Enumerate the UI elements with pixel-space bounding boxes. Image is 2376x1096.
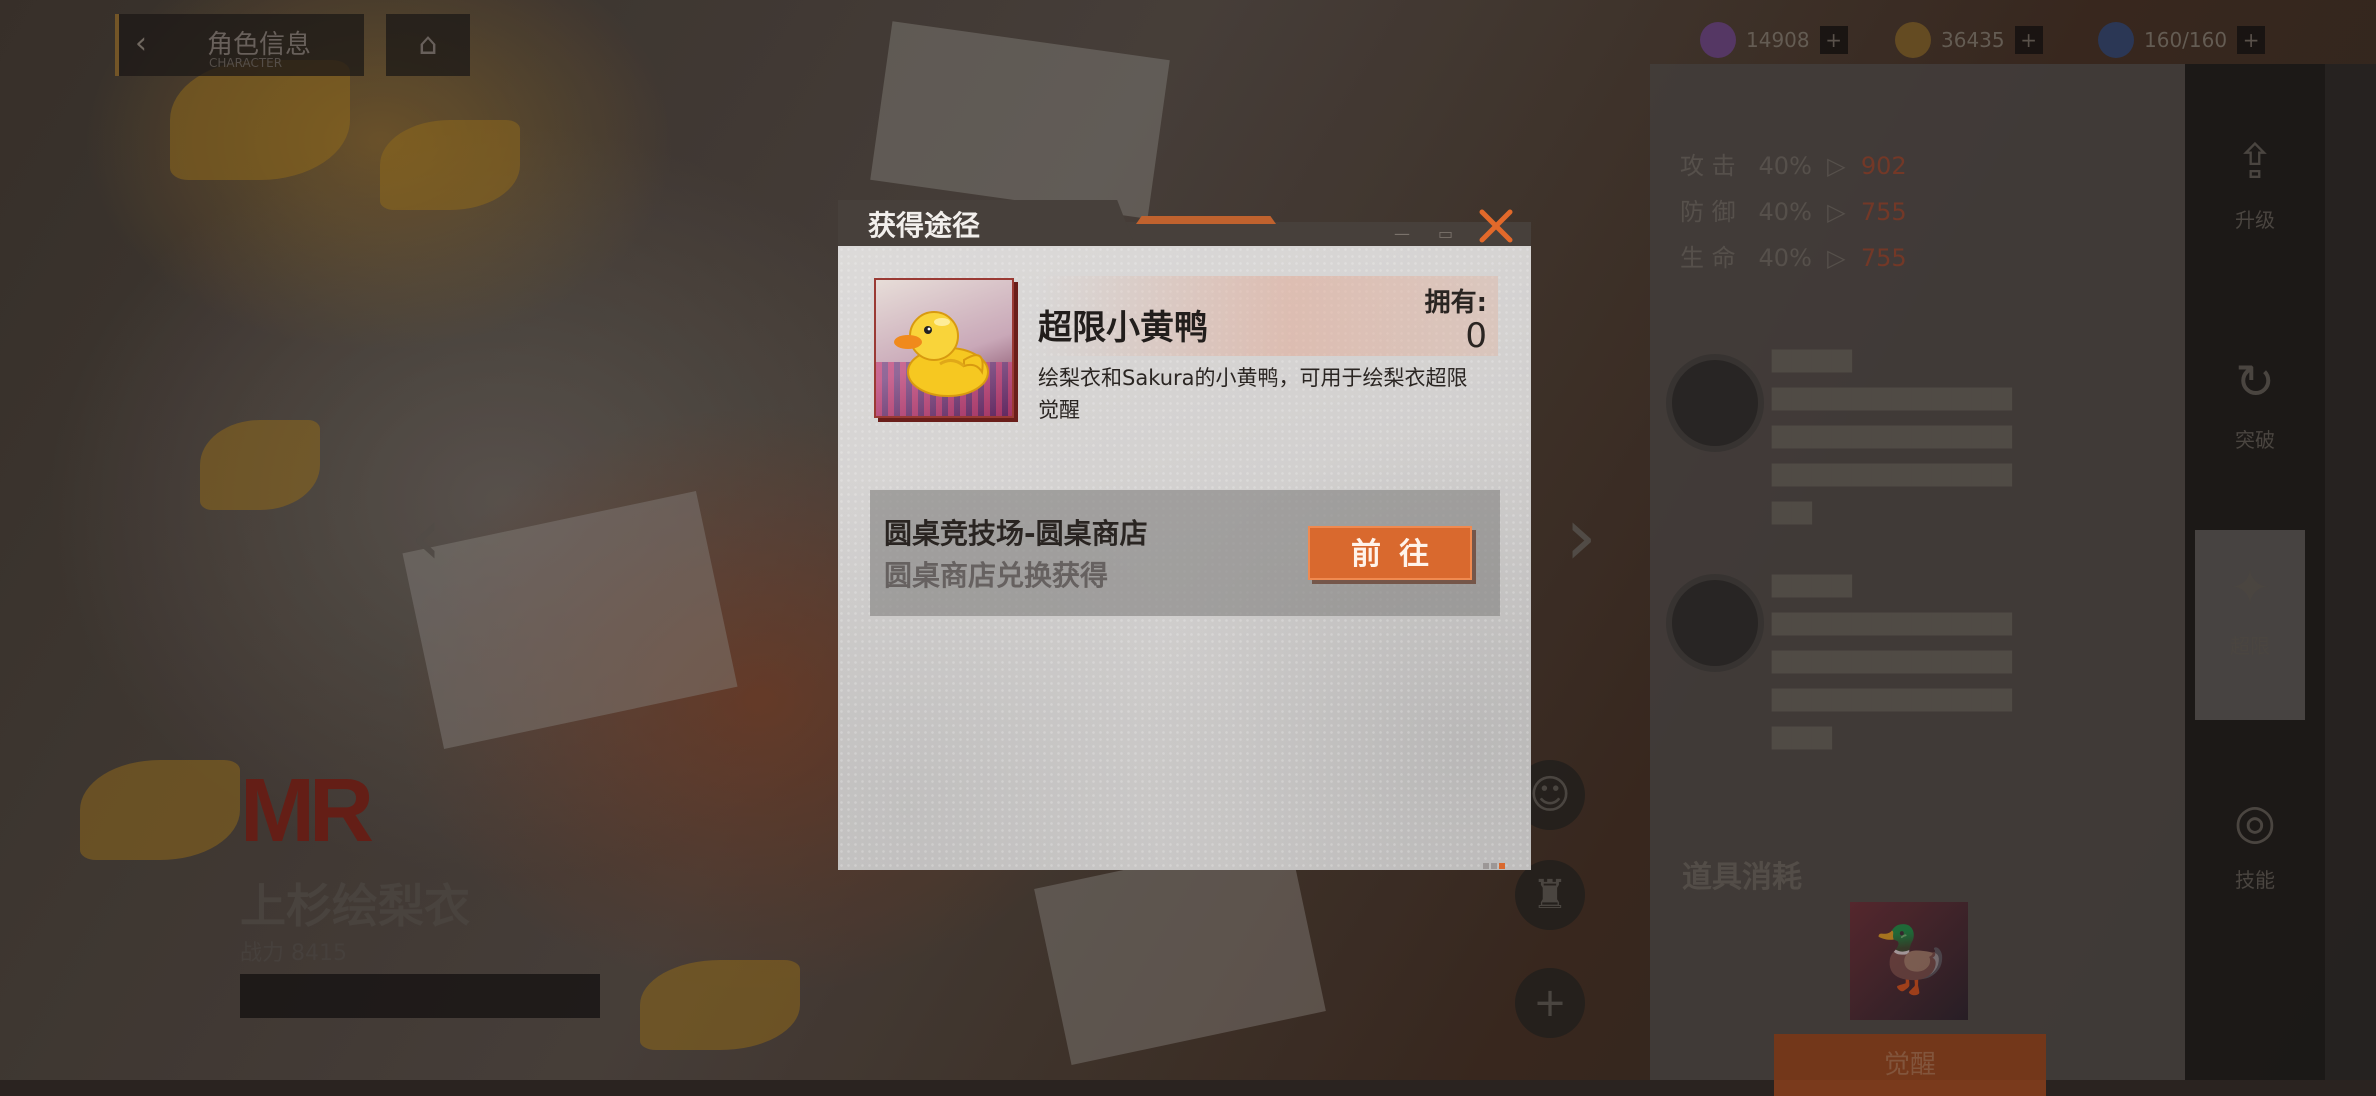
- source-description: 圆桌商店兑换获得: [884, 559, 1109, 592]
- owned-label: 拥有:: [1424, 288, 1487, 318]
- item-description: 绘梨衣和Sakura的小黄鸭，可用于绘梨衣超限觉醒: [1038, 366, 1468, 422]
- dialog-body: 超限小黄鸭 拥有: 0 绘梨衣和Sakura的小黄鸭，可用于绘梨衣超限觉醒 圆桌…: [838, 246, 1531, 870]
- acquisition-source-row: 圆桌竞技场-圆桌商店 圆桌商店兑换获得 前往: [870, 490, 1500, 616]
- header-accent: [1136, 216, 1276, 224]
- dialog-title: 获得途径: [868, 209, 981, 242]
- close-icon: [1479, 209, 1513, 243]
- window-icon: ▭: [1438, 224, 1454, 243]
- rubber-duck-icon: [894, 311, 989, 397]
- minimize-icon: —: [1394, 224, 1410, 243]
- owned-count: 0: [1465, 316, 1487, 356]
- source-name: 圆桌竞技场-圆桌商店: [884, 517, 1148, 550]
- item-name: 超限小黄鸭: [1038, 308, 1208, 348]
- corner-decoration: [1481, 854, 1521, 869]
- goto-button[interactable]: 前往: [1308, 526, 1472, 580]
- item-icon-frame: [874, 278, 1014, 418]
- acquisition-dialog: 获得途径 — ▭ 超限小黄鸭 拥有: 0 绘梨衣和Sakura的小黄鸭，可用于绘…: [838, 200, 1531, 870]
- close-button[interactable]: [1474, 204, 1518, 248]
